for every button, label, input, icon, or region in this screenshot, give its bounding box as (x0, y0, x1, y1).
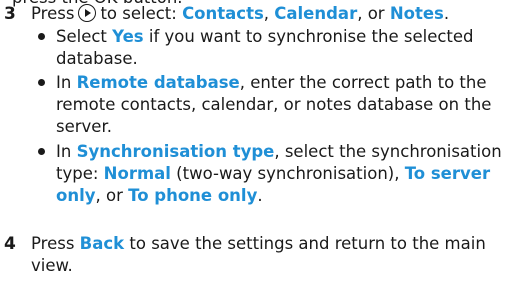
separator: . (443, 4, 450, 23)
step-number: 3 (4, 4, 16, 24)
text: , or (95, 186, 129, 205)
option-notes: Notes (389, 4, 444, 23)
separator: , (263, 4, 275, 23)
text: In (56, 73, 77, 92)
step-number: 4 (4, 234, 16, 254)
bullet-dot-icon (38, 79, 45, 86)
text: , enter the correct path to the (239, 73, 487, 92)
text: database. (56, 49, 138, 68)
option-calendar: Calendar (274, 4, 358, 23)
option-to-phone-only: To phone only (128, 186, 258, 205)
setting-synchronisation-type: Synchronisation type (76, 142, 275, 161)
bullet-text: In Synchronisation type, select the sync… (56, 141, 508, 207)
select-key-icon (78, 4, 97, 22)
option-yes: Yes (112, 27, 144, 46)
text: , select the synchronisation (274, 142, 502, 161)
step-3-text: Press to select: Contacts, Calendar, or N… (31, 3, 511, 25)
text: In (56, 142, 77, 161)
text: Press (31, 234, 80, 253)
text: if you want to synchronise the selected (143, 27, 474, 46)
bullet-dot-icon (38, 148, 45, 155)
text: Select (56, 27, 113, 46)
text: to save the settings and return to the m… (124, 234, 486, 253)
setting-remote-database: Remote database (76, 73, 240, 92)
step-4-text: Press Back to save the settings and retu… (31, 233, 511, 277)
option-contacts: Contacts (182, 4, 264, 23)
bullet-text: In Remote database, enter the correct pa… (56, 72, 508, 138)
option-back: Back (79, 234, 125, 253)
bullet-text: Select Yes if you want to synchronise th… (56, 26, 508, 70)
bullet-dot-icon (38, 33, 45, 40)
press-label: Press (31, 4, 75, 23)
separator: , or (357, 4, 390, 23)
text: . (257, 186, 263, 205)
option-to-server-cont: only (56, 186, 96, 205)
text: remote contacts, calendar, or notes data… (56, 95, 492, 114)
option-normal: Normal (103, 164, 171, 183)
text: view. (31, 256, 73, 275)
text: type: (56, 164, 104, 183)
text: (two-way synchronisation), (170, 164, 405, 183)
option-to-server: To server (404, 164, 491, 183)
text: server. (56, 117, 112, 136)
to-select-label: to select: (100, 4, 183, 23)
